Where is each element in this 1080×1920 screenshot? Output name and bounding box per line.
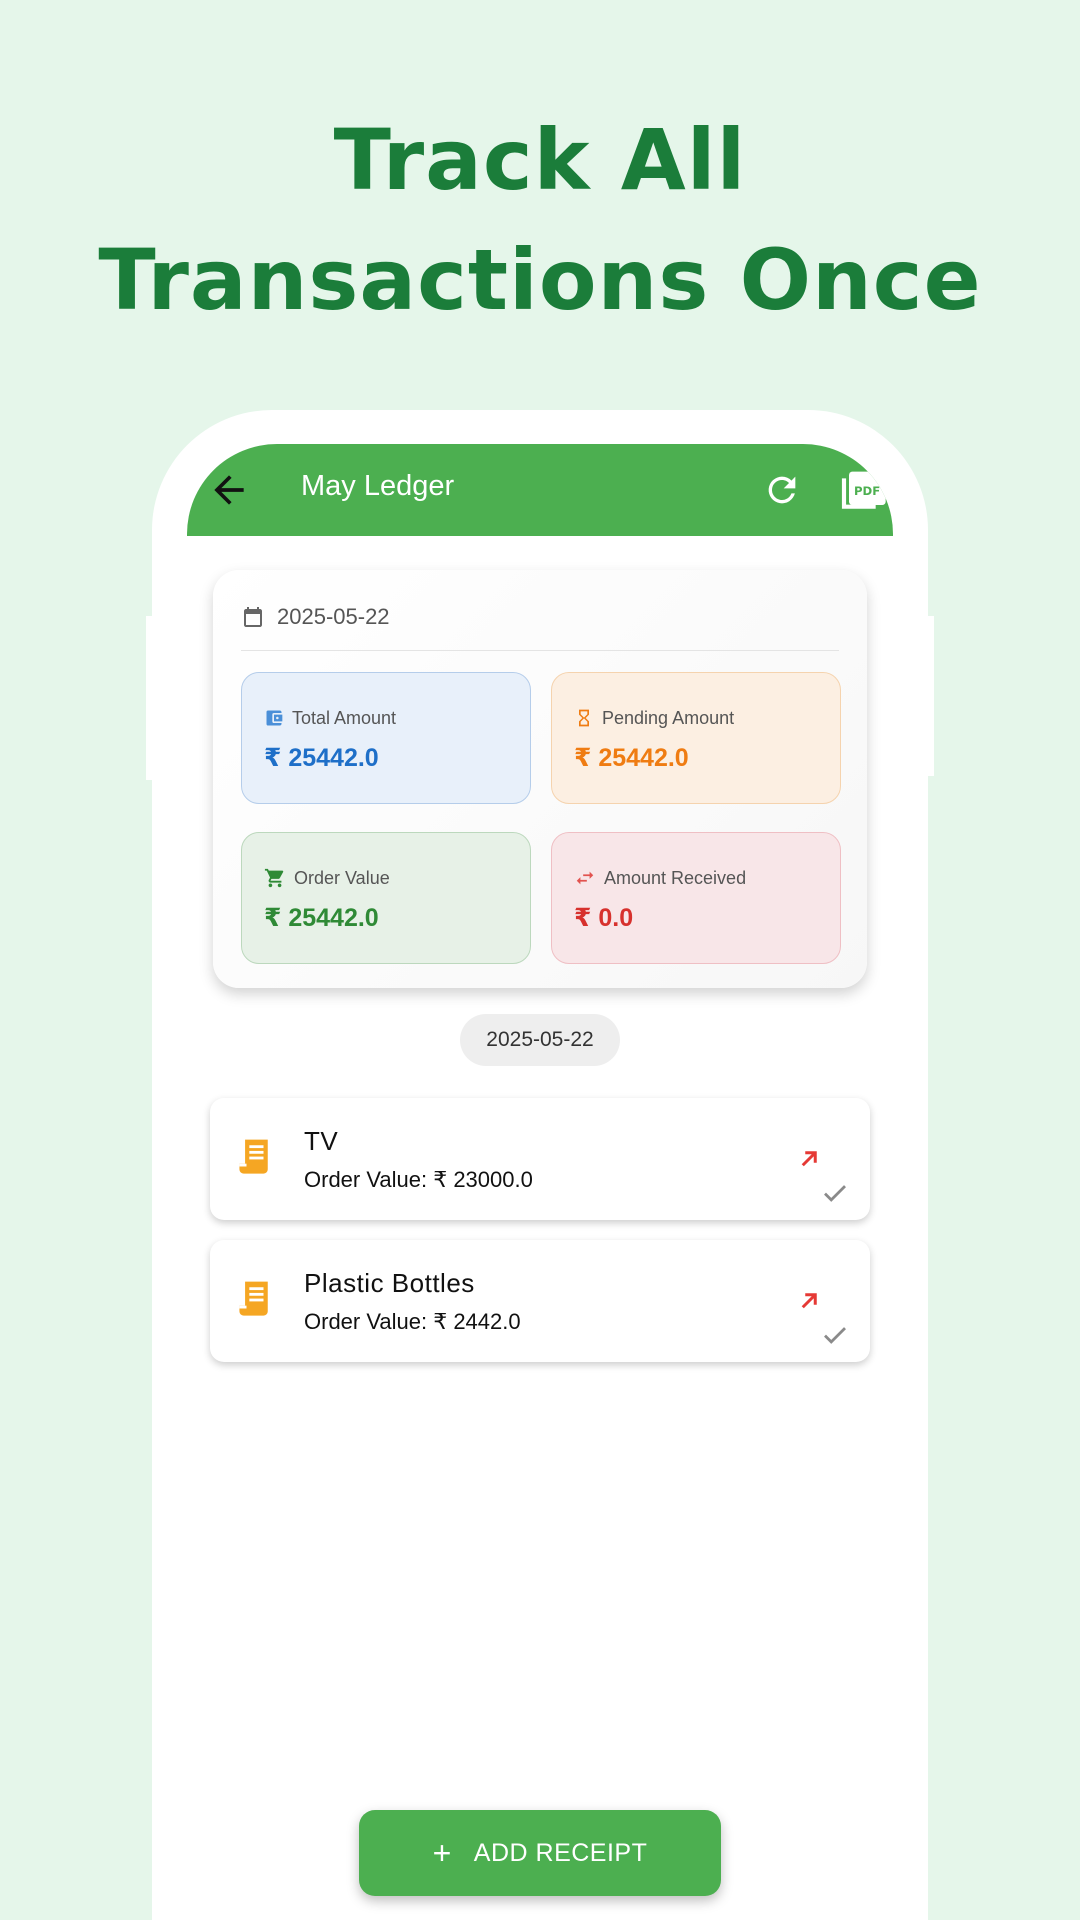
stat-label: Total Amount (292, 707, 397, 728)
divider (241, 650, 839, 651)
app-screen: May Ledger PDF 2025-05-22 Total Amount ₹… (187, 444, 893, 1920)
add-receipt-label: ADD RECEIPT (473, 1838, 648, 1867)
phone-side-button-right-2 (924, 660, 934, 732)
pdf-icon[interactable]: PDF (839, 468, 889, 512)
item-order-value: Order Value: ₹ 2442.0 (304, 1309, 521, 1334)
stat-pending-amount: Pending Amount ₹ 25442.0 (551, 672, 841, 804)
stat-value: ₹ 25442.0 (264, 744, 379, 772)
page-title: May Ledger (301, 470, 455, 502)
stat-label: Pending Amount (602, 707, 735, 728)
stat-amount-received: Amount Received ₹ 0.0 (551, 832, 841, 964)
summary-card: 2025-05-22 Total Amount ₹ 25442.0 Pendin… (213, 570, 867, 988)
arrow-back-icon[interactable] (207, 468, 251, 512)
swap-icon (576, 871, 594, 885)
stat-value: ₹ 25442.0 (574, 744, 689, 772)
receipt-icon (239, 1281, 268, 1316)
phone-side-button-right-3 (924, 732, 934, 776)
item-name: TV (304, 1126, 339, 1156)
add-receipt-button[interactable]: + ADD RECEIPT (359, 1810, 721, 1896)
summary-date: 2025-05-22 (277, 604, 390, 629)
stat-value: ₹ 0.0 (574, 904, 634, 932)
refresh-icon[interactable] (762, 470, 802, 510)
arrow-up-right-icon (801, 1151, 817, 1167)
check-icon (824, 1327, 846, 1344)
item-order-value: Order Value: ₹ 23000.0 (304, 1167, 533, 1192)
date-group-chip: 2025-05-22 (460, 1014, 620, 1066)
calendar-icon (244, 607, 262, 627)
app-bar: May Ledger PDF (187, 444, 893, 536)
item-name: Plastic Bottles (304, 1268, 475, 1298)
summary-date-row: 2025-05-22 (241, 600, 390, 634)
cart-icon (264, 868, 284, 888)
headline: Track All Transactions Once (0, 100, 1080, 340)
phone-side-button-left (146, 616, 156, 780)
stat-value: ₹ 25442.0 (264, 904, 379, 932)
stat-label: Amount Received (604, 867, 747, 888)
stat-label: Order Value (294, 867, 390, 888)
arrow-up-right-icon (801, 1293, 817, 1309)
headline-line-1: Track All (333, 111, 747, 209)
stat-total-amount: Total Amount ₹ 25442.0 (241, 672, 531, 804)
list-item-plastic-bottles[interactable]: Plastic Bottles Order Value: ₹ 2442.0 (210, 1240, 870, 1362)
wallet-icon (266, 710, 283, 726)
stat-order-value: Order Value ₹ 25442.0 (241, 832, 531, 964)
hourglass-icon (579, 709, 589, 727)
check-icon (824, 1185, 846, 1202)
plus-icon: + (432, 1834, 452, 1871)
headline-line-2: Transactions Once (98, 231, 982, 329)
phone-side-button-right-1 (924, 616, 934, 660)
svg-text:PDF: PDF (854, 484, 880, 498)
list-item-tv[interactable]: TV Order Value: ₹ 23000.0 (210, 1098, 870, 1220)
receipt-icon (239, 1139, 268, 1174)
